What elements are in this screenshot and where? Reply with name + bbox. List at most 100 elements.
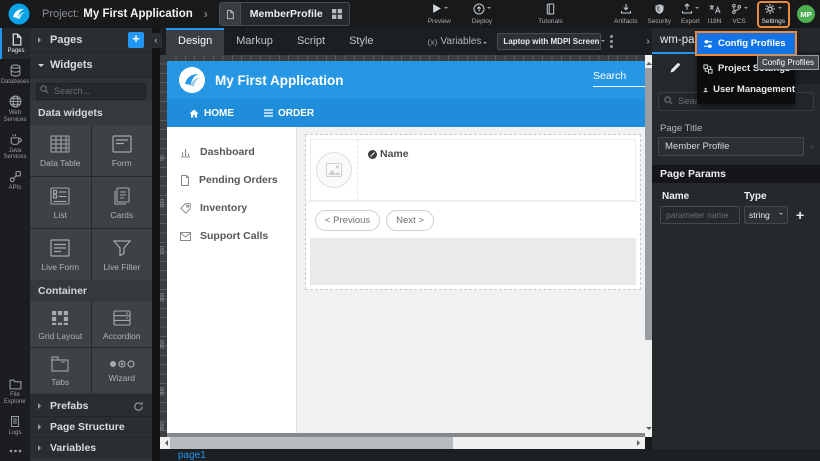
device-selector[interactable]: Laptop with MDPI Screen bbox=[497, 33, 601, 50]
add-page-button[interactable]: + bbox=[128, 32, 144, 48]
tab-markup[interactable]: Markup bbox=[224, 28, 285, 55]
more-options-button[interactable] bbox=[0, 441, 30, 461]
container-widgets-label: Container bbox=[30, 280, 152, 302]
widget-tile-live-form[interactable]: Live Form bbox=[30, 229, 91, 280]
scroll-right-arrow-icon bbox=[637, 440, 643, 446]
tab-script[interactable]: Script bbox=[285, 28, 337, 55]
page-tab-memberprofile[interactable]: MemberProfile bbox=[219, 2, 350, 26]
tab-properties-edit[interactable] bbox=[652, 52, 698, 84]
page-tab-label: MemberProfile bbox=[241, 8, 332, 20]
app-header[interactable]: My First Application Search bbox=[167, 61, 645, 99]
tag-icon bbox=[180, 203, 191, 214]
collapse-left-panel-button[interactable]: ‹ bbox=[150, 33, 162, 48]
next-button[interactable]: Next > bbox=[386, 210, 434, 231]
tabs-icon bbox=[50, 355, 70, 373]
tab-design[interactable]: Design bbox=[166, 28, 224, 55]
image-placeholder-icon bbox=[316, 152, 352, 188]
artifacts-button[interactable]: Artifacts bbox=[614, 3, 637, 25]
tab-style[interactable]: Style bbox=[337, 28, 385, 55]
nav-item-home[interactable]: HOME bbox=[189, 108, 234, 119]
sidebar-item-databases[interactable]: Databases bbox=[0, 59, 30, 90]
branch-icon bbox=[731, 3, 742, 15]
sidebar-item-web-services[interactable]: Web Services bbox=[0, 90, 30, 128]
settings-button[interactable]: Settings bbox=[762, 3, 786, 25]
menu-item-pending-orders[interactable]: Pending Orders bbox=[167, 166, 296, 194]
security-button[interactable]: Security bbox=[647, 3, 670, 25]
sidebar-item-java-services[interactable]: Java Services bbox=[0, 128, 30, 166]
list-pagination: < Previous Next > bbox=[306, 201, 640, 238]
log-file-icon bbox=[9, 415, 21, 428]
list-widget-container[interactable]: Name < Previous Next > bbox=[305, 134, 641, 290]
play-icon bbox=[431, 3, 442, 14]
export-button[interactable]: Export bbox=[681, 3, 700, 25]
canvas-horizontal-scrollbar[interactable] bbox=[160, 437, 645, 449]
widget-search-input[interactable] bbox=[36, 83, 146, 100]
params-column-headers: Name Type bbox=[652, 183, 820, 206]
menu-item-config-profiles[interactable]: Config Profiles bbox=[697, 33, 795, 54]
shield-icon bbox=[654, 3, 665, 15]
vertical-scrollbar-thumb[interactable] bbox=[645, 68, 652, 340]
pages-icon bbox=[10, 33, 23, 46]
menu-item-support-calls[interactable]: Support Calls bbox=[167, 222, 296, 250]
menu-item-inventory[interactable]: Inventory bbox=[167, 194, 296, 222]
widget-tile-cards[interactable]: Cards bbox=[92, 177, 153, 228]
page-structure-accordion-header[interactable]: Page Structure bbox=[30, 416, 152, 437]
variables-menu-button[interactable]: (x) Variables bbox=[428, 36, 488, 47]
user-avatar[interactable]: MP bbox=[797, 5, 815, 23]
sidebar-item-logs[interactable]: Logs bbox=[0, 410, 30, 441]
menu-list-icon bbox=[264, 109, 273, 117]
i18n-button[interactable]: I18N bbox=[708, 3, 722, 25]
add-param-button[interactable]: + bbox=[796, 208, 804, 222]
page-params-header: Page Params bbox=[652, 165, 820, 183]
canvas-page[interactable]: My First Application Search HOME ORDER D… bbox=[167, 61, 645, 433]
widget-tile-live-filter[interactable]: Live Filter bbox=[92, 229, 153, 280]
sidebar-item-pages[interactable]: Pages bbox=[0, 28, 30, 59]
pages-grid-icon[interactable] bbox=[332, 9, 342, 19]
widgets-accordion-header[interactable]: Widgets bbox=[30, 53, 152, 78]
caret-right-icon bbox=[38, 403, 44, 409]
deploy-button[interactable]: Deploy bbox=[472, 3, 492, 25]
expand-right-panel-button[interactable]: › bbox=[646, 36, 649, 47]
nav-item-order[interactable]: ORDER bbox=[264, 108, 314, 119]
widget-tile-form[interactable]: Form bbox=[92, 125, 153, 176]
bind-link-icon[interactable] bbox=[810, 141, 814, 153]
status-page-tab[interactable]: page1 bbox=[178, 450, 206, 461]
widget-tile-data-table[interactable]: Data Table bbox=[30, 125, 91, 176]
variables-icon: (x) bbox=[428, 37, 438, 47]
list-item[interactable]: Name bbox=[310, 139, 636, 201]
menu-item-user-management[interactable]: User Management bbox=[697, 79, 795, 100]
header-search-input[interactable]: Search bbox=[593, 70, 645, 87]
tutorials-button[interactable]: Tutorials bbox=[538, 3, 563, 25]
sidebar-item-apis[interactable]: APIs bbox=[0, 165, 30, 196]
canvas-vertical-scrollbar[interactable] bbox=[645, 55, 652, 437]
more-menu-button[interactable] bbox=[610, 35, 613, 48]
config-profiles-tooltip: Config Profiles bbox=[757, 55, 819, 70]
file-icon bbox=[180, 175, 190, 186]
app-left-menu: Dashboard Pending Orders Inventory Suppo… bbox=[167, 127, 297, 433]
menu-item-dashboard[interactable]: Dashboard bbox=[167, 138, 296, 166]
widget-tile-grid-layout[interactable]: Grid Layout bbox=[30, 302, 91, 347]
widget-tile-list[interactable]: List bbox=[30, 177, 91, 228]
pages-accordion-header[interactable]: Pages + bbox=[30, 28, 152, 53]
chart-bars-icon bbox=[180, 147, 191, 158]
widget-tile-accordion[interactable]: Accordion bbox=[92, 302, 153, 347]
page-title-input[interactable] bbox=[658, 137, 804, 156]
preview-button[interactable]: Preview bbox=[428, 3, 451, 25]
param-name-input[interactable] bbox=[660, 206, 740, 224]
search-icon bbox=[664, 96, 673, 105]
top-bar: Project: My First Application › MemberPr… bbox=[0, 0, 820, 28]
prefabs-accordion-header[interactable]: Prefabs bbox=[30, 395, 152, 416]
chevron-down-icon bbox=[444, 7, 448, 11]
widget-tile-tabs[interactable]: Tabs bbox=[30, 348, 91, 393]
widget-tile-wizard[interactable]: Wizard bbox=[92, 348, 153, 393]
previous-button[interactable]: < Previous bbox=[315, 210, 380, 231]
sidebar-item-file-explorer[interactable]: File Explorer bbox=[0, 373, 30, 410]
variables-accordion-header[interactable]: Variables bbox=[30, 437, 152, 458]
live-form-icon bbox=[49, 238, 71, 258]
param-type-select[interactable]: string bbox=[744, 206, 788, 224]
vcs-button[interactable]: VCS bbox=[731, 3, 748, 25]
horizontal-scrollbar-thumb[interactable] bbox=[170, 437, 453, 449]
param-row: string + bbox=[652, 206, 820, 224]
caret-right-icon bbox=[38, 37, 44, 43]
chevron-down-icon bbox=[601, 40, 605, 44]
